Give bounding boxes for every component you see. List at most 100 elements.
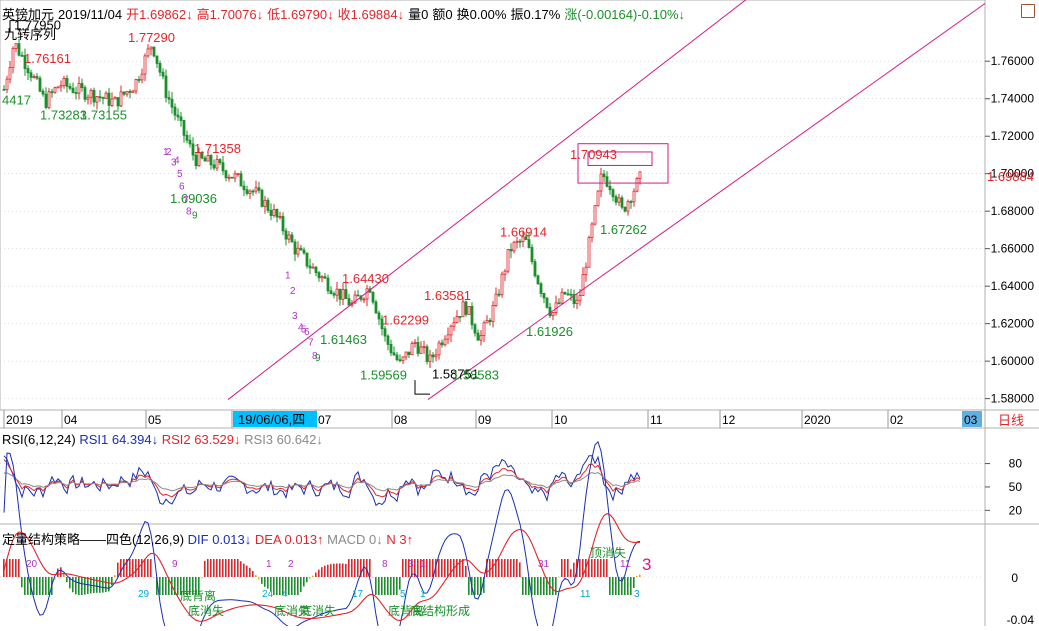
macd-bar [309,577,311,579]
macd-bar [9,559,11,577]
candle-body [344,289,348,299]
symbol-name[interactable]: 英镑加元 [2,7,54,22]
macd-bar [18,559,20,577]
macd-bar [393,577,395,595]
candle-body [530,247,534,263]
period-label[interactable]: 日线 [998,413,1024,428]
candle-body [590,223,594,238]
macd-bar [543,577,545,595]
rsi-lines [3,455,641,507]
candle-body [110,98,114,106]
macd-bar [636,576,638,577]
candle-body [584,266,588,275]
price-annotation: 1.58583 [452,368,499,383]
macd-bar [540,577,542,595]
nine-turn-count: 7 [308,337,314,348]
turnover: 换0.00% [456,7,507,22]
candle-body [62,78,66,86]
macd-bar [177,577,179,595]
macd-bar [162,577,164,595]
macd-bar [333,563,335,577]
macd-bar [378,577,380,595]
macd-bar [165,577,167,595]
time-label: 02 [890,413,904,427]
price-annotation: 1.70943 [570,147,617,162]
macd-bar [450,559,452,577]
macd-bar [300,577,302,593]
macd-bar [231,559,233,577]
candle-body [125,91,129,95]
macd-header: 定量结构策略——四色(12,26,9) DIF 0.013↓ DEA 0.013… [2,529,413,548]
candle-body [185,134,189,141]
candle-body [506,249,510,272]
price-annotation: 1.71358 [194,141,241,156]
candle-body [602,173,606,178]
rsi-title[interactable]: RSI(6,12,24) [2,432,76,447]
macd-count: 5 [400,589,406,600]
candle-body [302,249,306,254]
candle-body [251,190,255,193]
macd-bar [225,559,227,577]
time-label: 04 [64,413,78,427]
cursor-date[interactable]: 19/06/06,四 [233,411,317,427]
candle-body [449,325,453,336]
rsi-tick-label: 20 [1009,503,1023,517]
candle-body [356,294,360,297]
macd-bar [429,559,431,577]
macd-count: 31 [538,559,550,570]
low-price: 低1.69790↓ [267,7,334,22]
candle-body [116,97,120,107]
macd-bar [99,577,101,593]
panel-toggle-icon[interactable] [1021,4,1035,18]
candle-body [329,290,333,295]
n-value: N 3↑ [386,532,414,547]
macd-bar [243,563,245,577]
macd-bar [204,560,206,577]
macd-bar [555,577,557,595]
macd-bar [525,577,527,595]
candle-body [464,301,468,315]
nine-turn-count: 9 [315,353,321,364]
macd-bar [597,559,599,577]
macd-bar [489,559,491,577]
price-annotation: 4417 [2,93,31,108]
candle-body [389,344,393,354]
macd-title[interactable]: 定量结构策略——四色(12,26,9) [2,532,184,547]
macd-bar [330,564,332,577]
candle-body [95,96,99,103]
candle-body [365,288,369,300]
candle-body [11,48,15,68]
volume: 量0 [408,7,429,22]
rsi-tick-label: 50 [1009,480,1023,494]
candle-body [392,352,396,356]
macd-bar [342,563,344,577]
indicator-name[interactable]: 九转序列 [4,24,56,43]
macd-bar [39,577,41,595]
candle-body [332,293,336,296]
macd-grid: 0 -0.04 [0,571,1034,627]
rsi-line [3,455,641,507]
macd-bar [561,559,563,577]
macd-bar [36,577,38,595]
macd-bar [630,577,632,595]
candle-body [2,88,6,91]
macd-bar [216,559,218,577]
macd-bar [516,559,518,577]
candle-body [164,75,168,98]
candle-body [407,351,411,356]
candle-body [488,320,492,323]
nine-turn-count: 5 [177,169,183,180]
channel-line [427,3,986,400]
candle-body [587,237,591,268]
candle-body [182,120,186,136]
macd-bar [498,559,500,577]
candle-body [515,240,519,243]
macd-bar [21,577,23,588]
macd-bar [240,561,242,577]
price-annotation: 1.69036 [170,191,217,206]
candle-body [41,90,45,95]
candle-body [47,91,51,108]
candle-body [485,320,489,324]
candle-body [626,201,630,212]
macd-bar [111,577,113,586]
